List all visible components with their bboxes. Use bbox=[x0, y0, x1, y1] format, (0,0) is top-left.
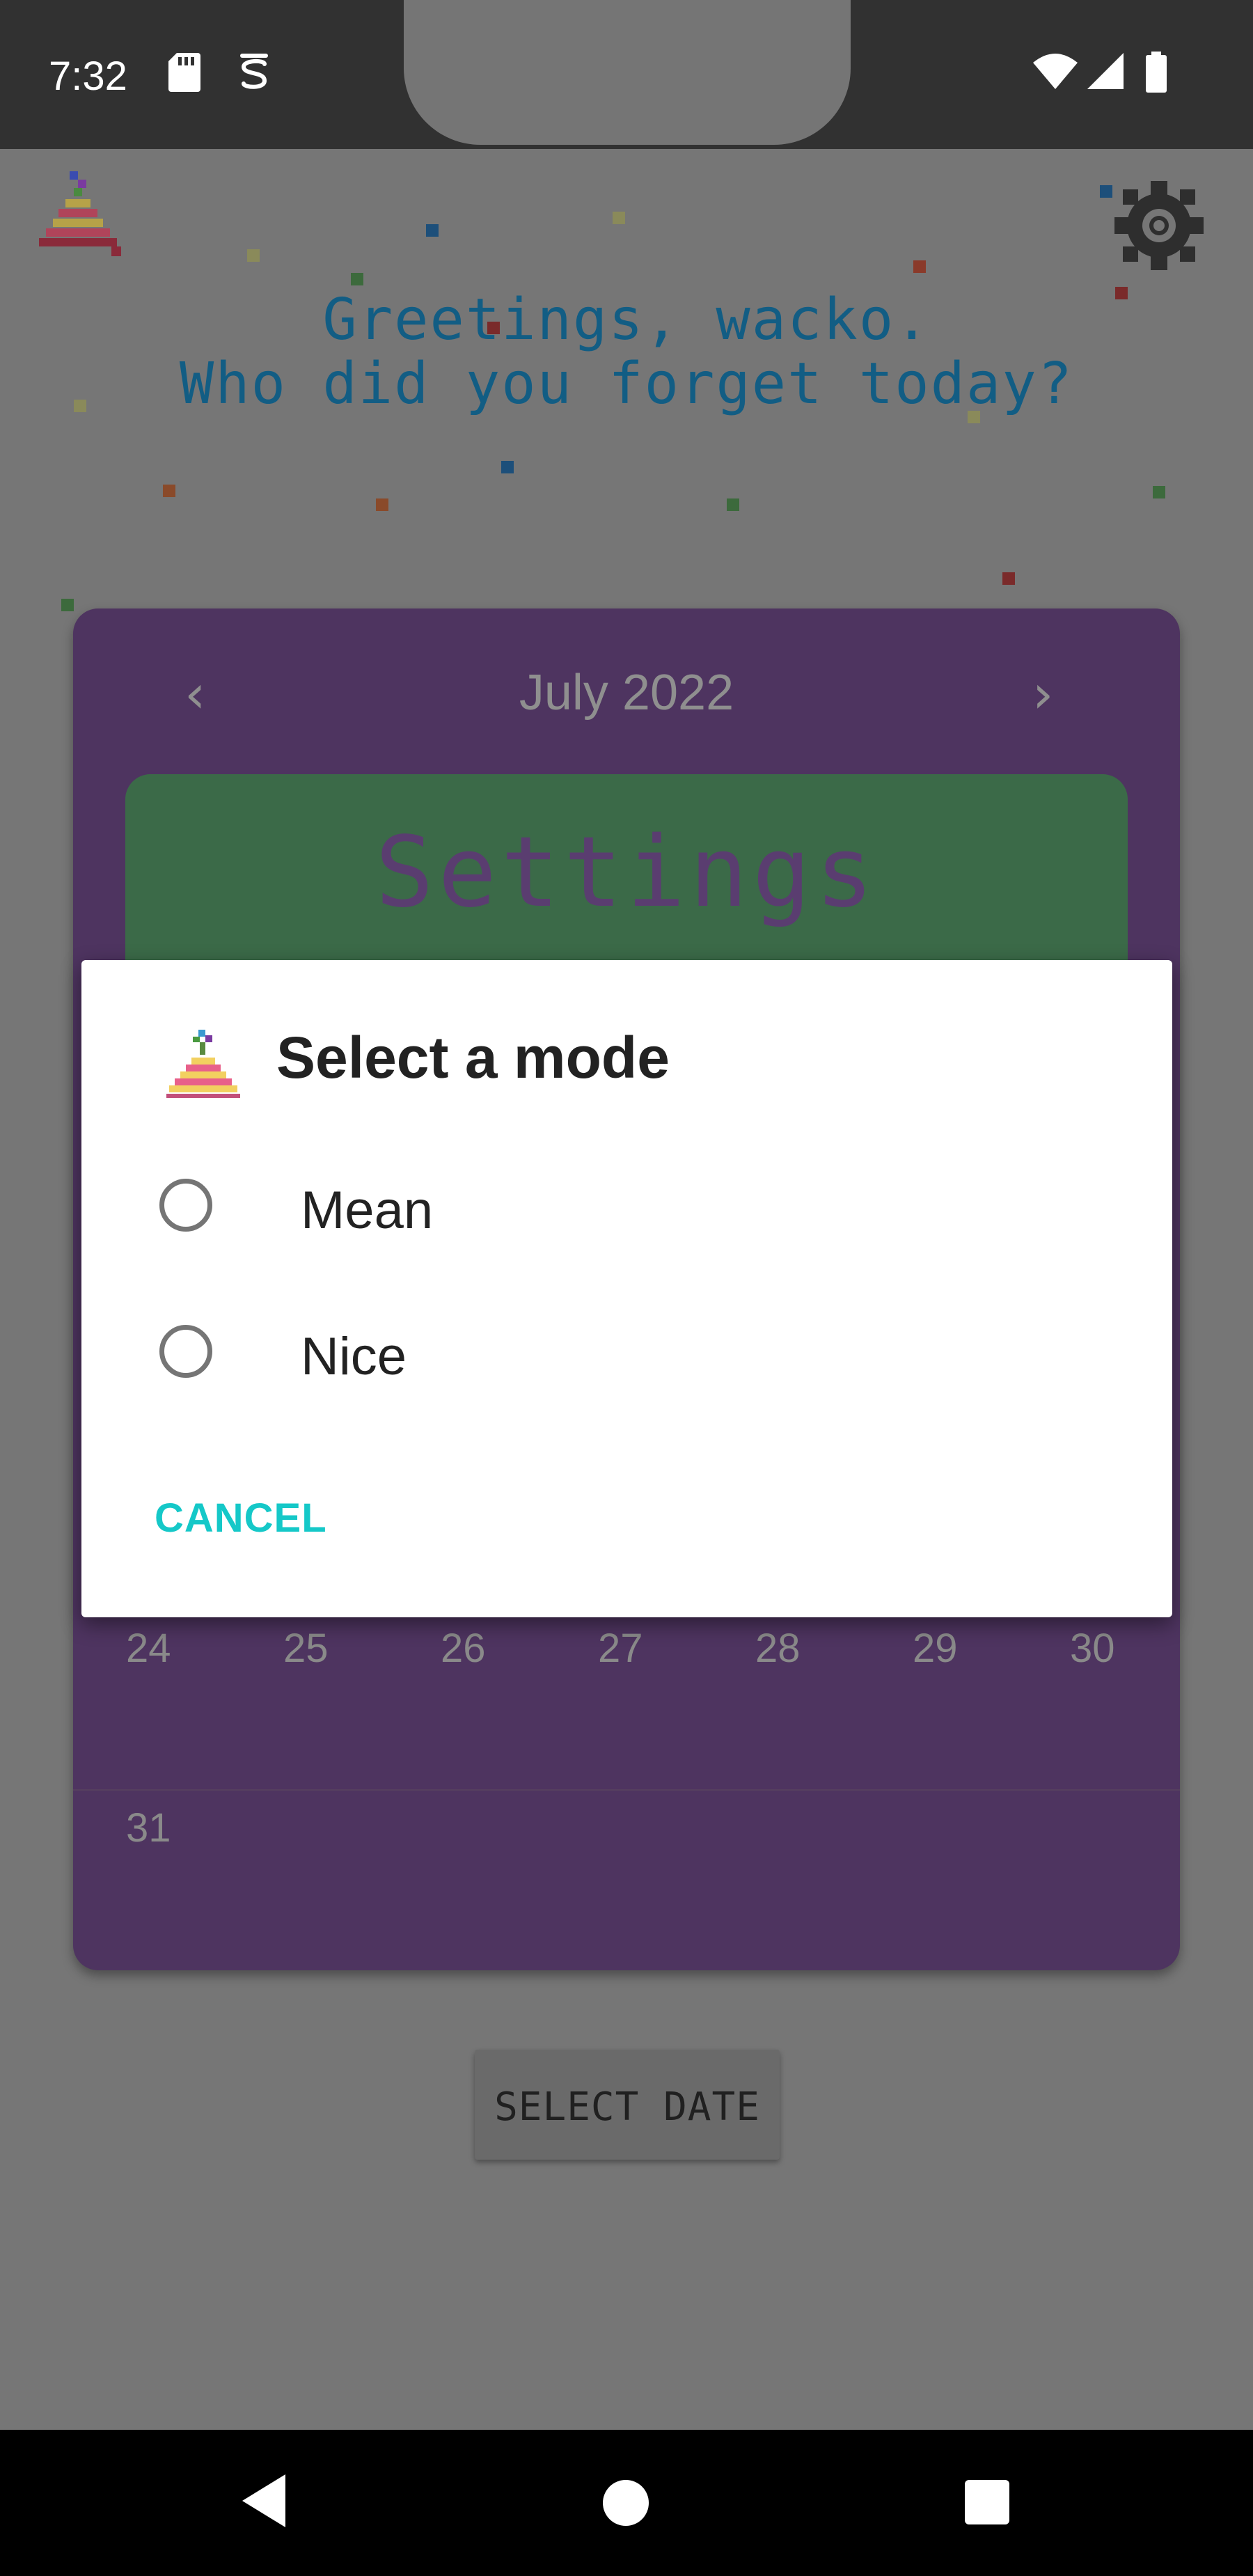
navigation-bar bbox=[0, 2430, 1253, 2576]
greeting-text: Greetings, wacko. Who did you forget tod… bbox=[0, 288, 1253, 416]
confetti-piece bbox=[1115, 287, 1128, 299]
calendar-day[interactable]: 28 bbox=[755, 1625, 801, 1672]
option-label: Nice bbox=[301, 1327, 407, 1386]
row-divider bbox=[73, 1789, 1180, 1791]
confetti-piece bbox=[501, 461, 514, 473]
confetti-piece bbox=[426, 224, 439, 237]
settings-banner-label: Settings bbox=[375, 816, 878, 929]
recents-square-icon[interactable] bbox=[965, 2480, 1009, 2524]
confetti-piece bbox=[968, 411, 980, 423]
calendar-day[interactable]: 27 bbox=[598, 1625, 643, 1672]
confetti-piece bbox=[1100, 185, 1112, 198]
battery-icon bbox=[1146, 52, 1167, 93]
select-mode-dialog: Select a mode Mean Nice CANCEL bbox=[81, 960, 1172, 1617]
select-date-label: SELECT DATE bbox=[494, 2084, 760, 2130]
party-cake-icon bbox=[39, 171, 121, 256]
sd-card-icon bbox=[168, 53, 200, 92]
calendar-day[interactable]: 30 bbox=[1070, 1625, 1115, 1672]
radio-button[interactable] bbox=[159, 1325, 212, 1378]
mode-option-nice[interactable]: Nice bbox=[81, 1291, 1172, 1424]
calendar-day[interactable]: 29 bbox=[913, 1625, 958, 1672]
home-circle-icon[interactable] bbox=[603, 2480, 649, 2526]
confetti-piece bbox=[163, 485, 175, 497]
confetti-piece bbox=[1002, 572, 1015, 585]
cancel-button[interactable]: CANCEL bbox=[155, 1495, 327, 1541]
calendar-week-row: 31 bbox=[73, 1805, 1180, 1979]
calendar-day[interactable]: 25 bbox=[283, 1625, 329, 1672]
confetti-piece bbox=[351, 273, 363, 285]
confetti-piece bbox=[727, 498, 739, 511]
greeting-line-1: Greetings, wacko. bbox=[322, 287, 931, 353]
dialog-title: Select a mode bbox=[276, 1025, 670, 1090]
party-cake-icon bbox=[166, 1030, 240, 1098]
signal-icon bbox=[1087, 53, 1124, 89]
status-time: 7:32 bbox=[49, 54, 127, 99]
vpn-s-icon bbox=[240, 54, 268, 89]
status-bar: 7:32 bbox=[0, 0, 1253, 149]
confetti-piece bbox=[61, 599, 74, 611]
calendar-day[interactable]: 31 bbox=[126, 1805, 171, 1851]
option-label: Mean bbox=[301, 1181, 434, 1240]
confetti-piece bbox=[247, 249, 260, 262]
calendar-day[interactable]: 26 bbox=[441, 1625, 486, 1672]
confetti-piece bbox=[487, 322, 500, 334]
camera-notch bbox=[404, 0, 851, 145]
confetti-piece bbox=[1153, 486, 1165, 498]
calendar-month-year: July 2022 bbox=[519, 665, 734, 721]
confetti-piece bbox=[613, 212, 625, 224]
radio-button[interactable] bbox=[159, 1179, 212, 1232]
gear-icon[interactable] bbox=[1110, 177, 1208, 274]
chevron-right-icon[interactable]: › bbox=[1032, 663, 1053, 725]
confetti-piece bbox=[913, 260, 926, 273]
calendar-day[interactable]: 24 bbox=[126, 1625, 171, 1672]
confetti-piece bbox=[376, 498, 388, 511]
back-triangle-icon[interactable] bbox=[239, 2472, 288, 2530]
calendar-week-row: 24 25 26 27 28 29 30 bbox=[73, 1625, 1180, 1799]
mode-option-mean[interactable]: Mean bbox=[81, 1145, 1172, 1278]
select-date-button[interactable]: SELECT DATE bbox=[475, 2050, 780, 2160]
wifi-icon bbox=[1033, 54, 1078, 89]
greeting-line-2: Who did you forget today? bbox=[179, 351, 1074, 417]
confetti-piece bbox=[74, 400, 86, 412]
